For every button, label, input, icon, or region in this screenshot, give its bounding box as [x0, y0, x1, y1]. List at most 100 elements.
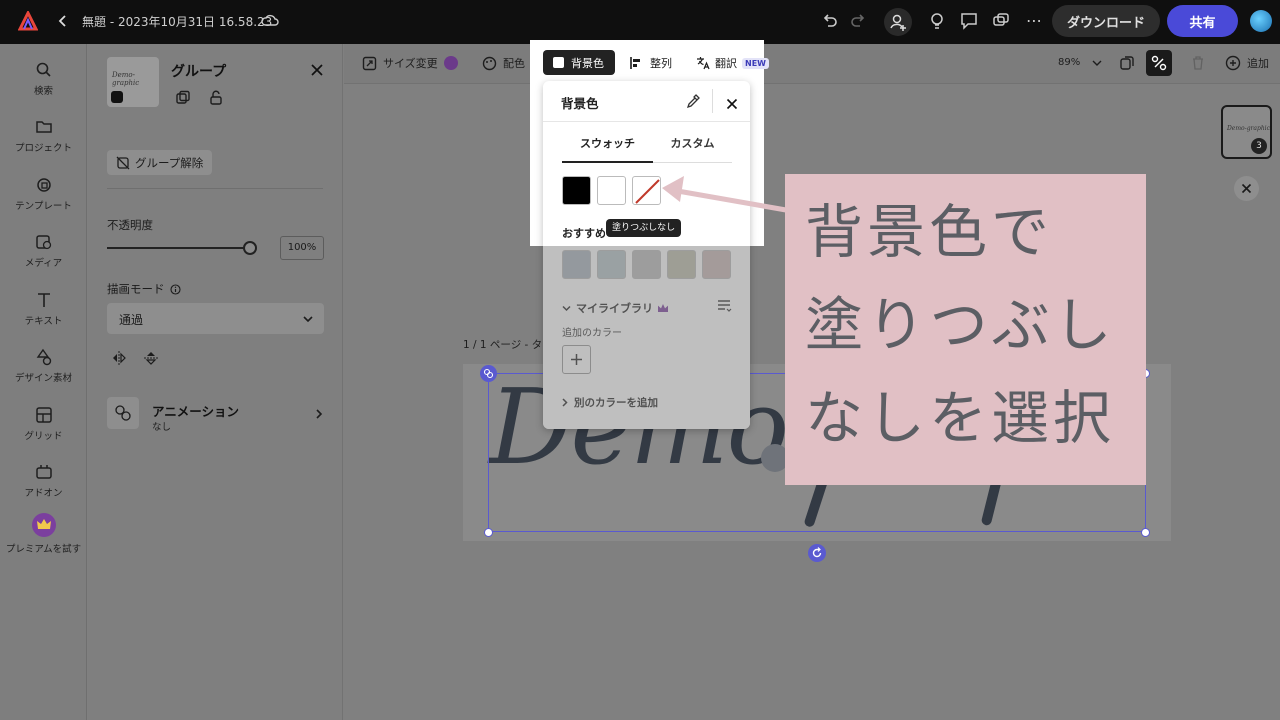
close-panel-icon[interactable]: [310, 62, 324, 81]
rail-item-search[interactable]: 検索: [0, 60, 87, 97]
toolbar-translate-button[interactable]: 翻訳 NEW: [696, 55, 769, 71]
invite-button[interactable]: [884, 8, 912, 36]
add-label: 追加: [1247, 57, 1269, 70]
shapes-icon: [34, 347, 54, 367]
recommended-label: おすすめ: [562, 227, 605, 240]
comment-icon[interactable]: [960, 12, 978, 30]
avatar[interactable]: [1250, 10, 1272, 32]
color-scheme-button[interactable]: 配色: [482, 55, 525, 71]
rail-item-media[interactable]: メディア: [0, 232, 87, 269]
cloud-icon: [261, 13, 279, 27]
toolbar-bg-color-button[interactable]: 背景色: [543, 50, 615, 75]
flip-vertical-icon[interactable]: [143, 350, 159, 370]
page-label: 1 / 1 ページ - タ: [463, 339, 543, 351]
rail-item-projects[interactable]: プロジェクト: [0, 117, 87, 154]
opacity-slider-thumb[interactable]: [243, 241, 257, 255]
download-button[interactable]: ダウンロード: [1052, 5, 1160, 37]
opacity-input[interactable]: 100%: [280, 236, 324, 260]
connect-icon: [1151, 55, 1167, 71]
tab-active-underline: [562, 161, 653, 163]
animation-row[interactable]: アニメーション なし: [107, 397, 327, 433]
unlock-icon[interactable]: [208, 90, 224, 110]
group-thumbnail: Demo-graphic: [107, 57, 159, 107]
instagram-icon: [111, 91, 123, 103]
translate-label: 翻訳: [715, 57, 737, 70]
selection-handle[interactable]: [484, 528, 493, 537]
page-count-badge: 3: [1251, 138, 1267, 154]
swatch-white[interactable]: [597, 176, 626, 205]
rail-item-grid[interactable]: グリッド: [0, 405, 87, 442]
animation-icon: [107, 397, 139, 429]
flip-horizontal-icon[interactable]: [111, 350, 127, 370]
select-toggle-button[interactable]: [1146, 50, 1172, 76]
blend-mode-label: 描画モード: [107, 281, 181, 297]
divider: [107, 188, 323, 189]
selection-handle[interactable]: [1141, 528, 1150, 537]
blend-mode-value: 通過: [119, 313, 144, 327]
eyedropper-icon[interactable]: [685, 93, 701, 113]
resize-button[interactable]: サイズ変更: [362, 55, 458, 71]
popover-close-icon[interactable]: [726, 95, 738, 114]
add-button[interactable]: 追加: [1225, 55, 1269, 71]
close-pages-button[interactable]: [1234, 176, 1259, 201]
layers-icon[interactable]: [1119, 55, 1135, 75]
rail-label: デザイン素材: [14, 373, 72, 384]
tab-custom[interactable]: カスタム: [653, 135, 732, 151]
bg-color-swatch-icon: [553, 57, 564, 68]
back-chevron-icon[interactable]: [58, 13, 68, 29]
popover-header-line: [543, 121, 750, 122]
undo-icon[interactable]: [822, 12, 838, 28]
annotation-line: 塗りつぶし: [805, 290, 1116, 359]
annotation-callout: 背景色で 塗りつぶし なしを選択: [785, 174, 1146, 485]
group-badge-icon[interactable]: [480, 365, 497, 382]
opacity-slider[interactable]: [107, 241, 257, 255]
resize-label: サイズ変更: [383, 57, 438, 70]
no-fill-tooltip: 塗りつぶしなし: [606, 219, 682, 237]
redo-icon[interactable]: [850, 12, 866, 28]
zoom-control[interactable]: 89%: [1058, 57, 1102, 68]
rail-item-premium[interactable]: プレミアムを試す: [0, 513, 87, 555]
blend-mode-select[interactable]: 通過: [107, 303, 324, 334]
app-logo-icon[interactable]: [18, 11, 38, 31]
rail-item-design-assets[interactable]: デザイン素材: [0, 347, 87, 384]
chevron-right-icon: [316, 409, 323, 419]
rail-item-addons[interactable]: アドオン: [0, 462, 87, 499]
ungroup-button[interactable]: グループ解除: [107, 150, 213, 175]
lightbulb-icon[interactable]: [929, 12, 945, 30]
document-title[interactable]: 無題 - 2023年10月31日 16.58.23: [82, 13, 272, 30]
page-thumbnail[interactable]: Demo-graphic 3: [1221, 105, 1272, 159]
trash-icon[interactable]: [1191, 55, 1205, 75]
toolbar-align-button[interactable]: 整列: [629, 55, 672, 71]
chevron-down-icon: [303, 316, 313, 323]
close-icon: [1241, 183, 1252, 194]
rail-item-templates[interactable]: テンプレート: [0, 175, 87, 212]
rail-label: アドオン: [24, 488, 63, 499]
rail-label: プロジェクト: [14, 143, 72, 154]
info-icon[interactable]: [169, 283, 181, 295]
ungroup-icon: [116, 156, 130, 169]
annotation-text: 背景色で 塗りつぶし なしを選択: [785, 174, 1146, 464]
present-icon[interactable]: [992, 12, 1010, 30]
popover-divider: [712, 89, 713, 113]
properties-panel: Demo-graphic グループ グループ解除 不透明度 100% 描画モード…: [88, 44, 343, 720]
rotate-handle[interactable]: [808, 544, 826, 562]
animation-label: アニメーション: [152, 404, 240, 419]
share-button[interactable]: 共有: [1167, 5, 1238, 37]
tab-swatch[interactable]: スウォッチ: [562, 135, 653, 151]
opacity-slider-track: [107, 247, 250, 249]
swatch-black[interactable]: [562, 176, 591, 205]
zoom-value: 89%: [1058, 57, 1081, 68]
palette-icon: [482, 56, 497, 70]
media-icon: [34, 232, 54, 252]
top-bar: 無題 - 2023年10月31日 16.58.23 ⋯ ダウンロード 共有: [0, 0, 1280, 44]
ungroup-label: グループ解除: [135, 155, 204, 170]
new-badge: NEW: [742, 57, 769, 69]
search-icon: [34, 60, 54, 80]
duplicate-icon[interactable]: [175, 90, 191, 110]
rail-item-text[interactable]: テキスト: [0, 290, 87, 327]
more-icon[interactable]: ⋯: [1026, 11, 1042, 30]
panel-title: グループ: [171, 64, 227, 80]
opacity-label: 不透明度: [107, 218, 153, 232]
color-scheme-label: 配色: [503, 57, 525, 70]
chevron-down-icon: [1092, 60, 1102, 66]
